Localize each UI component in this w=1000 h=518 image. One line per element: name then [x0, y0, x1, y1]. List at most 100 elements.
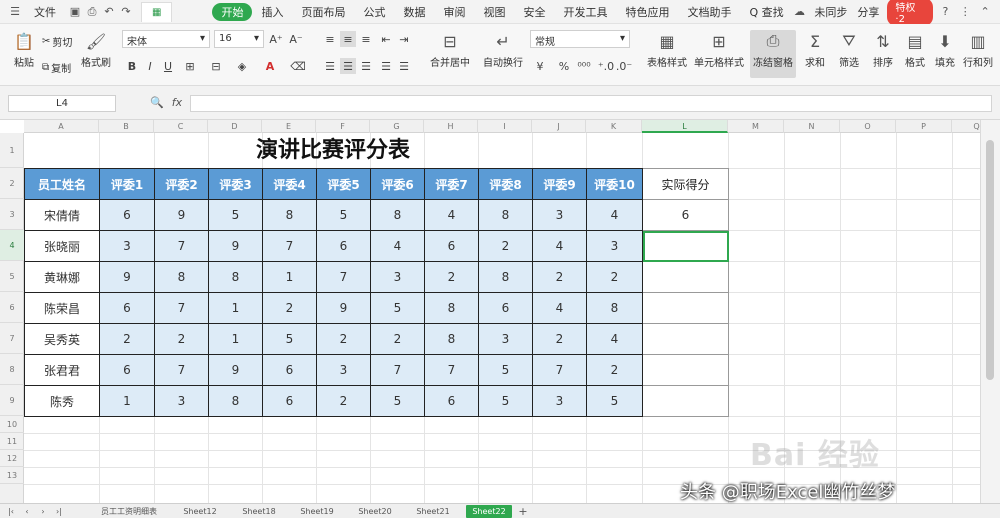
comma-icon[interactable]: ⁰⁰⁰: [576, 58, 592, 74]
employee-name-cell[interactable]: 陈荣昌: [24, 292, 100, 324]
sheet-tab-1[interactable]: 员工工资明细表: [92, 505, 166, 518]
score-cell[interactable]: 4: [532, 292, 587, 324]
column-header-cell[interactable]: J: [532, 120, 586, 133]
table-title[interactable]: 演讲比赛评分表: [24, 133, 642, 168]
score-cell[interactable]: 2: [532, 261, 587, 293]
menu-item-insert[interactable]: 插入: [252, 2, 292, 22]
column-header-cell[interactable]: O: [840, 120, 896, 133]
score-cell[interactable]: 3: [586, 230, 643, 262]
tab-next-icon[interactable]: ›: [36, 505, 50, 518]
score-cell[interactable]: 2: [532, 323, 587, 355]
score-cell[interactable]: 9: [316, 292, 371, 324]
row-header-cell[interactable]: 11: [0, 433, 24, 450]
score-cell[interactable]: 4: [370, 230, 425, 262]
employee-name-cell[interactable]: 吴秀英: [24, 323, 100, 355]
undo-icon[interactable]: ↶: [102, 5, 116, 19]
column-header-cell[interactable]: B: [99, 120, 154, 133]
score-cell[interactable]: 3: [370, 261, 425, 293]
active-cell[interactable]: [642, 230, 729, 262]
fill-button[interactable]: ⬇ 填充: [930, 30, 960, 70]
actual-score-header[interactable]: 实际得分: [642, 168, 729, 200]
score-cell[interactable]: 2: [154, 323, 209, 355]
align-middle-icon[interactable]: ≡: [340, 31, 356, 47]
justify-icon[interactable]: ☰: [378, 58, 394, 74]
actual-score-cell[interactable]: [642, 385, 729, 417]
score-cell[interactable]: 3: [532, 385, 587, 417]
font-size-select[interactable]: 16 ▾: [214, 30, 264, 48]
align-right-icon[interactable]: ☰: [358, 58, 374, 74]
table-header-cell[interactable]: 评委8: [478, 168, 533, 200]
menu-item-doc-helper[interactable]: 文档助手: [678, 2, 740, 22]
vip-badge[interactable]: 特权·2: [887, 0, 933, 26]
menu-item-data[interactable]: 数据: [394, 2, 434, 22]
score-cell[interactable]: 2: [370, 323, 425, 355]
score-cell[interactable]: 5: [208, 199, 263, 231]
score-cell[interactable]: 1: [99, 385, 155, 417]
column-header-cell[interactable]: Q: [952, 120, 980, 133]
score-cell[interactable]: 2: [424, 261, 479, 293]
column-header-cell[interactable]: N: [784, 120, 840, 133]
table-header-cell[interactable]: 评委7: [424, 168, 479, 200]
file-menu[interactable]: 文件: [25, 2, 65, 22]
menu-item-page-layout[interactable]: 页面布局: [292, 2, 354, 22]
fx-icon[interactable]: fx: [172, 96, 182, 109]
employee-name-cell[interactable]: 张君君: [24, 354, 100, 386]
column-header-cell[interactable]: P: [896, 120, 952, 133]
bold-icon[interactable]: B: [124, 58, 140, 74]
actual-score-cell[interactable]: [642, 354, 729, 386]
row-header-cell[interactable]: 6: [0, 292, 24, 323]
actual-score-cell[interactable]: [642, 261, 729, 293]
table-header-cell[interactable]: 评委9: [532, 168, 587, 200]
score-cell[interactable]: 8: [478, 261, 533, 293]
score-cell[interactable]: 9: [208, 354, 263, 386]
score-cell[interactable]: 2: [586, 261, 643, 293]
score-cell[interactable]: 1: [208, 292, 263, 324]
score-cell[interactable]: 6: [478, 292, 533, 324]
italic-icon[interactable]: I: [142, 58, 158, 74]
score-cell[interactable]: 8: [154, 261, 209, 293]
merge-icon[interactable]: ⊟: [208, 58, 224, 74]
menu-item-developer[interactable]: 开发工具: [554, 2, 616, 22]
align-left-icon[interactable]: ☰: [322, 58, 338, 74]
vertical-scrollbar[interactable]: [980, 120, 1000, 503]
row-header-cell[interactable]: 3: [0, 199, 24, 230]
table-header-cell[interactable]: 评委6: [370, 168, 425, 200]
row-header-cell[interactable]: 5: [0, 261, 24, 292]
score-cell[interactable]: 8: [424, 323, 479, 355]
score-cell[interactable]: 8: [586, 292, 643, 324]
font-name-select[interactable]: 宋体 ▾: [122, 30, 210, 48]
table-header-cell[interactable]: 评委10: [586, 168, 643, 200]
table-header-cell[interactable]: 评委4: [262, 168, 317, 200]
score-cell[interactable]: 3: [316, 354, 371, 386]
decimal-decrease-icon[interactable]: .0⁻: [616, 58, 632, 74]
sheet-tab-6[interactable]: Sheet21: [406, 505, 460, 518]
menu-icon[interactable]: ☰: [8, 5, 22, 19]
score-cell[interactable]: 6: [99, 199, 155, 231]
score-cell[interactable]: 7: [154, 354, 209, 386]
decimal-increase-icon[interactable]: ⁺.0: [598, 58, 614, 74]
indent-decrease-icon[interactable]: ⇤: [378, 31, 394, 47]
menu-item-security[interactable]: 安全: [514, 2, 554, 22]
row-header-cell[interactable]: 4: [0, 230, 24, 261]
fill-color-icon[interactable]: ◈: [234, 58, 250, 74]
employee-name-cell[interactable]: 宋倩倩: [24, 199, 100, 231]
row-header-cell[interactable]: 9: [0, 385, 24, 416]
score-cell[interactable]: 9: [154, 199, 209, 231]
score-cell[interactable]: 5: [478, 385, 533, 417]
score-cell[interactable]: 9: [99, 261, 155, 293]
column-header-cell[interactable]: G: [370, 120, 424, 133]
score-cell[interactable]: 4: [586, 323, 643, 355]
sheet-tab-3[interactable]: Sheet18: [232, 505, 286, 518]
number-format-select[interactable]: 常规 ▾: [530, 30, 630, 48]
row-header-cell[interactable]: 12: [0, 450, 24, 467]
column-header-cell[interactable]: L: [642, 120, 728, 133]
format-painter-button[interactable]: 🖌 格式刷: [74, 30, 118, 70]
freeze-panes-button[interactable]: ⎙ 冻结窗格: [750, 30, 796, 78]
score-cell[interactable]: 1: [262, 261, 317, 293]
format-button[interactable]: ▤ 格式: [900, 30, 930, 70]
grow-font-icon[interactable]: A⁺: [268, 31, 284, 47]
more-icon[interactable]: ⋮: [958, 5, 972, 19]
score-cell[interactable]: 7: [316, 261, 371, 293]
add-sheet-button[interactable]: +: [516, 505, 530, 518]
column-header-cell[interactable]: E: [262, 120, 316, 133]
